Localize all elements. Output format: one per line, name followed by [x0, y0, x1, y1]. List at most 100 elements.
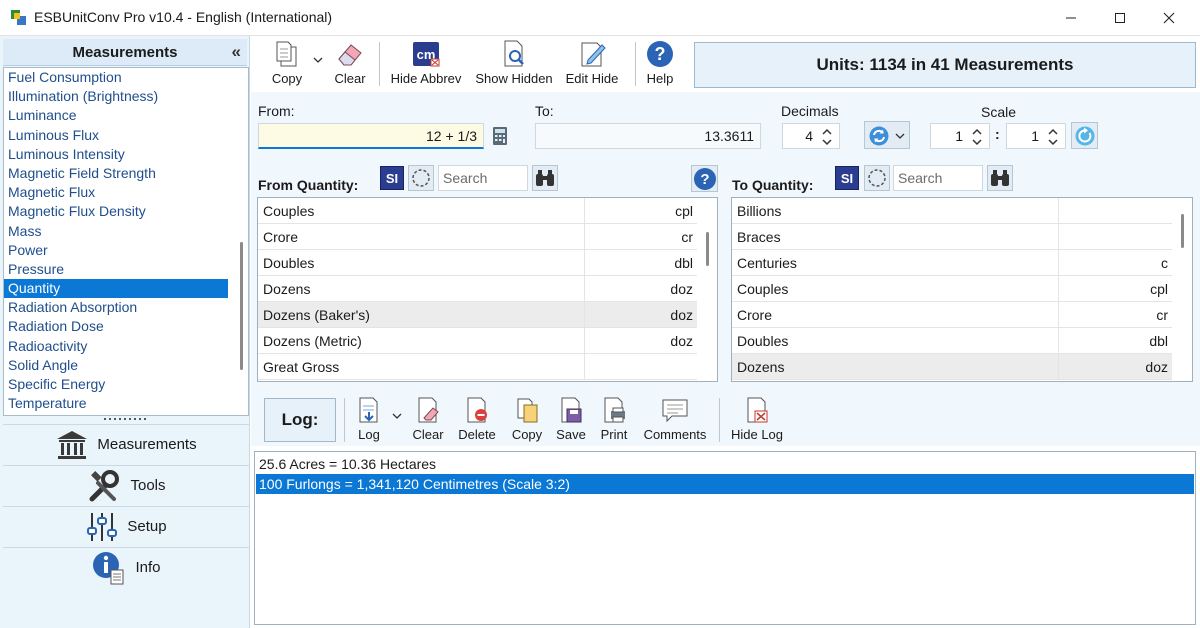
measurement-item[interactable]: Luminous Flux [4, 126, 228, 145]
measurement-list[interactable]: Fuel Consumption Illumination (Brightness… [3, 67, 249, 416]
from-clear-filter-button[interactable] [408, 165, 434, 191]
column-divider [584, 224, 585, 250]
unit-abbreviation: cr [1156, 307, 1168, 323]
copy-button[interactable]: Copy [263, 38, 311, 91]
scrollbar-thumb[interactable] [1181, 214, 1184, 248]
from-si-button[interactable]: SI [380, 166, 404, 190]
from-search-input[interactable]: Search [438, 165, 528, 191]
from-quantity-label: From Quantity: [258, 177, 359, 193]
log-entry[interactable]: 100 Furlongs = 1,341,120 Centimetres (Sc… [256, 474, 1194, 494]
scrollbar-thumb[interactable] [240, 242, 243, 370]
measurement-item[interactable]: Radiation Absorption [4, 298, 228, 317]
nav-measurements[interactable]: Measurements [3, 424, 249, 464]
unit-row[interactable]: Dozens (Metric) doz [258, 328, 697, 354]
measurement-item[interactable]: Quantity [4, 279, 228, 299]
minimize-button[interactable] [1048, 0, 1094, 36]
chevron-down-icon[interactable] [392, 412, 402, 420]
reset-scale-button[interactable] [1071, 122, 1098, 149]
splitter-grip[interactable] [100, 416, 150, 422]
unit-row[interactable]: Couples cpl [732, 276, 1172, 302]
unit-name: Doubles [737, 333, 789, 349]
unit-row[interactable]: Couples cpl [258, 198, 697, 224]
unit-row[interactable]: Doubles dbl [732, 328, 1172, 354]
close-button[interactable] [1146, 0, 1192, 36]
list-scrollbar[interactable] [699, 198, 717, 381]
clear-button[interactable]: Clear [329, 38, 371, 91]
edit-hide-button[interactable]: Edit Hide [561, 38, 623, 91]
measurement-item[interactable]: Specific Energy [4, 375, 228, 394]
log-area[interactable]: 25.6 Acres = 10.36 Hectares 100 Furlongs … [254, 451, 1196, 625]
spinner-arrows-icon[interactable] [818, 126, 836, 148]
measurement-item[interactable]: Magnetic Field Strength [4, 164, 228, 183]
unit-row[interactable]: Dozens doz [258, 276, 697, 302]
log-print-button[interactable]: Print [596, 394, 632, 447]
log-delete-button[interactable]: Delete [454, 394, 500, 447]
log-save-button[interactable]: Save [553, 394, 589, 447]
to-si-button[interactable]: SI [835, 166, 859, 190]
measurement-item[interactable]: Magnetic Flux Density [4, 202, 228, 221]
log-entry[interactable]: 25.6 Acres = 10.36 Hectares [256, 454, 1194, 474]
unit-abbreviation: doz [670, 307, 693, 323]
unit-row[interactable]: Dozens (Baker's) doz [258, 302, 697, 328]
scale-left-spinner[interactable]: 1 [930, 123, 990, 149]
measurement-item[interactable]: Solid Angle [4, 356, 228, 375]
unit-row[interactable]: Braces [732, 224, 1172, 250]
chevron-down-icon[interactable] [313, 56, 323, 64]
measurement-item[interactable]: Magnetic Flux [4, 183, 228, 202]
hide-log-button[interactable]: Hide Log [726, 394, 788, 447]
auto-convert-button[interactable] [864, 121, 910, 149]
help-button[interactable]: ? Help [641, 38, 679, 91]
unit-name: Great Gross [263, 359, 340, 375]
measurement-item[interactable]: Pressure [4, 260, 228, 279]
nav-setup[interactable]: Setup [3, 506, 249, 546]
log-comments-button[interactable]: Comments [640, 394, 710, 447]
log-clear-button[interactable]: Clear [408, 394, 448, 447]
measurement-item[interactable]: Power [4, 241, 228, 260]
quantity-help-button[interactable]: ? [691, 165, 718, 192]
decimals-spinner[interactable]: 4 [782, 123, 840, 149]
calculator-icon[interactable] [490, 126, 510, 146]
measurement-item[interactable]: Luminous Intensity [4, 145, 228, 164]
to-find-button[interactable] [987, 165, 1013, 191]
show-hidden-button[interactable]: Show Hidden [473, 38, 555, 91]
scale-right-spinner[interactable]: 1 [1006, 123, 1066, 149]
unit-row[interactable]: Billions [732, 198, 1172, 224]
unit-row[interactable]: Crore cr [258, 224, 697, 250]
close-icon [1163, 12, 1175, 24]
measurement-item[interactable]: Mass [4, 222, 228, 241]
list-scrollbar[interactable] [1174, 198, 1192, 381]
log-copy-button[interactable]: Copy [508, 394, 546, 447]
unit-row[interactable]: Crore cr [732, 302, 1172, 328]
log-button[interactable]: Log [350, 394, 388, 447]
measurement-item[interactable]: Luminance [4, 106, 228, 125]
spinner-arrows-icon[interactable] [968, 126, 986, 148]
column-divider [584, 328, 585, 354]
to-clear-filter-button[interactable] [864, 165, 890, 191]
column-divider [584, 250, 585, 276]
maximize-button[interactable] [1097, 0, 1143, 36]
measurement-item[interactable]: Radiation Dose [4, 317, 228, 336]
unit-row[interactable]: Dozens doz [732, 354, 1172, 380]
scrollbar-thumb[interactable] [706, 232, 709, 266]
unit-name: Dozens [737, 359, 785, 375]
measurement-item[interactable]: Radioactivity [4, 337, 228, 356]
to-quantity-list[interactable]: Billions Braces Centuries c Couples cpl Crore c… [731, 197, 1193, 382]
unit-row[interactable]: Centuries c [732, 250, 1172, 276]
nav-info[interactable]: Info [3, 547, 249, 587]
measurement-item[interactable]: Temperature [4, 394, 228, 413]
hide-abbrev-button[interactable]: cm Hide Abbrev [388, 38, 464, 91]
measurement-item[interactable]: Fuel Consumption [4, 68, 228, 87]
measurement-item[interactable]: Illumination (Brightness) [4, 87, 228, 106]
from-quantity-list[interactable]: Couples cpl Crore cr Doubles dbl Dozens doz Doze… [257, 197, 718, 382]
from-find-button[interactable] [532, 165, 558, 191]
unit-row[interactable]: Doubles dbl [258, 250, 697, 276]
to-search-input[interactable]: Search [893, 165, 983, 191]
unit-row[interactable]: Great Gross [258, 354, 697, 380]
spinner-arrows-icon[interactable] [1044, 126, 1062, 148]
measurement-list-scrollbar[interactable] [236, 72, 246, 412]
nav-tools[interactable]: Tools [3, 465, 249, 505]
from-value-input[interactable]: 12 + 1/3 [258, 123, 484, 149]
collapse-panel-button[interactable]: « [232, 42, 241, 62]
column-divider [1058, 198, 1059, 224]
chevron-down-icon [895, 133, 905, 139]
